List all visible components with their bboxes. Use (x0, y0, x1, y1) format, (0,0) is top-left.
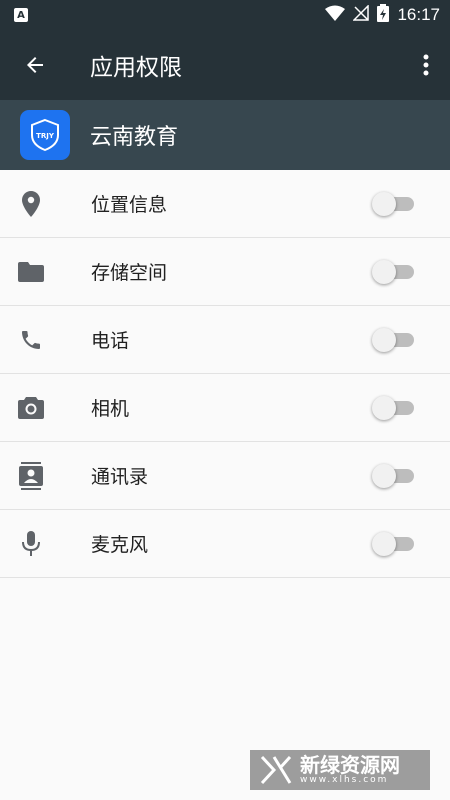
permission-row-storage[interactable]: 存储空间 (0, 238, 450, 306)
permission-list: 位置信息 存储空间 电话 相机 通讯录 麦克风 (0, 170, 450, 578)
permission-label: 通讯录 (91, 466, 149, 488)
wifi-icon (325, 5, 346, 25)
notification-app-icon: A (14, 8, 28, 22)
phone-icon (16, 325, 46, 355)
page-title: 应用权限 (90, 55, 182, 81)
status-clock: 16:17 (397, 5, 440, 24)
back-button[interactable] (20, 50, 50, 80)
permission-row-microphone[interactable]: 麦克风 (0, 510, 450, 578)
app-logo-text: TRJY (36, 132, 55, 140)
status-bar: A 16:17 (0, 0, 450, 30)
permission-label: 相机 (91, 398, 130, 420)
status-right: 16:17 (325, 4, 440, 26)
permission-label: 麦克风 (91, 534, 149, 556)
app-header: TRJY 云南教育 (0, 100, 450, 170)
permission-label: 电话 (91, 330, 130, 352)
watermark-url: www.xlhs.com (300, 775, 389, 785)
camera-icon (16, 393, 46, 423)
storage-toggle[interactable] (372, 258, 418, 286)
microphone-toggle[interactable] (372, 530, 418, 558)
location-icon (16, 189, 46, 219)
microphone-icon (16, 529, 46, 559)
toolbar: 应用权限 (0, 30, 450, 100)
permission-row-contacts[interactable]: 通讯录 (0, 442, 450, 510)
battery-charging-icon (377, 4, 390, 26)
app-logo: TRJY (20, 110, 70, 160)
location-toggle[interactable] (372, 190, 418, 218)
watermark-text: 新绿资源网 (300, 753, 400, 777)
permission-label: 位置信息 (91, 194, 168, 216)
back-arrow-icon (27, 57, 43, 73)
contacts-toggle[interactable] (372, 462, 418, 490)
status-left: A (14, 8, 28, 22)
camera-toggle[interactable] (372, 394, 418, 422)
no-signal-icon (352, 4, 370, 25)
permission-label: 存储空间 (91, 262, 168, 284)
permission-row-location[interactable]: 位置信息 (0, 170, 450, 238)
contacts-icon (16, 461, 46, 491)
folder-icon (16, 257, 46, 287)
shield-logo-icon: TRJY (31, 118, 59, 152)
permission-row-camera[interactable]: 相机 (0, 374, 450, 442)
watermark-logo-icon (260, 755, 292, 785)
phone-toggle[interactable] (372, 326, 418, 354)
overflow-menu-button[interactable] (414, 50, 438, 80)
watermark: 新绿资源网 www.xlhs.com (250, 750, 430, 790)
permission-row-phone[interactable]: 电话 (0, 306, 450, 374)
more-vert-icon (423, 54, 429, 76)
app-name: 云南教育 (90, 125, 179, 150)
watermark-texts: 新绿资源网 www.xlhs.com (292, 755, 400, 785)
